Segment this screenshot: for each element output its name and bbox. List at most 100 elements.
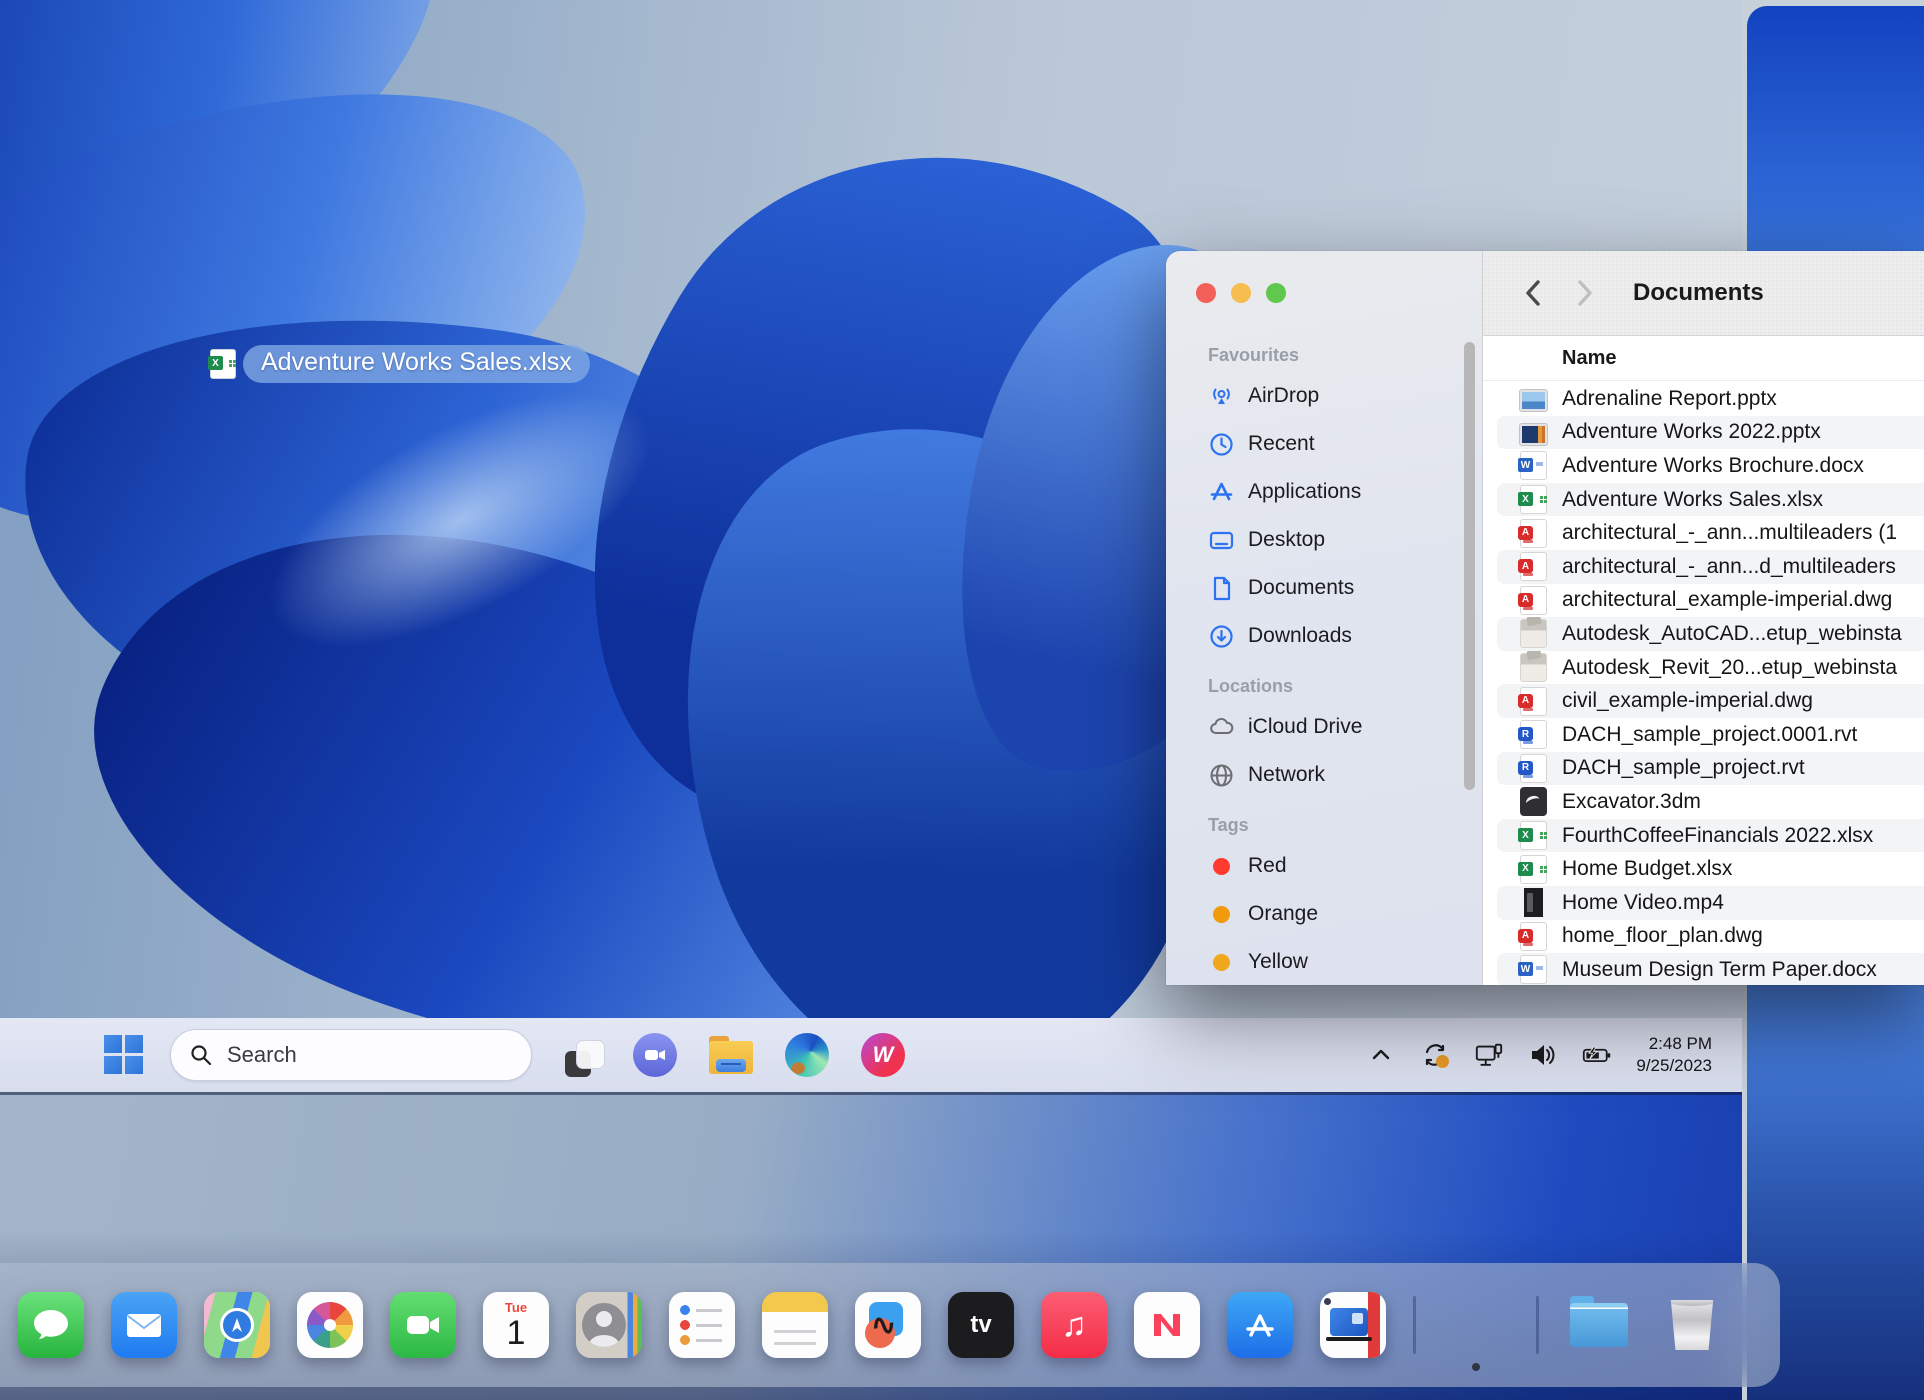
file-row[interactable]: Excavator.3dm — [1483, 785, 1924, 819]
sync-onedrive-icon[interactable] — [1420, 1040, 1450, 1070]
file-row[interactable]: Home Budget.xlsx — [1483, 852, 1924, 886]
globe-icon — [1208, 762, 1235, 789]
file-type-icon — [1520, 888, 1547, 917]
dock-calendar[interactable]: Tue 1 — [483, 1292, 549, 1358]
trash-bin-icon — [1669, 1300, 1715, 1350]
dock-trash[interactable] — [1659, 1292, 1725, 1358]
desktop-file-label: Adventure Works Sales.xlsx — [243, 345, 590, 383]
file-row[interactable]: architectural_example-imperial.dwg — [1483, 584, 1924, 618]
music-note-icon: ♫ — [1061, 1306, 1087, 1345]
forward-button[interactable] — [1575, 277, 1595, 309]
applications-icon — [1208, 479, 1235, 506]
file-row[interactable]: Autodesk_Revit_20...etup_webinsta — [1483, 651, 1924, 685]
file-type-icon — [1520, 424, 1547, 445]
file-row[interactable]: Adventure Works Sales.xlsx — [1497, 483, 1924, 517]
sidebar-item-airdrop[interactable]: AirDrop — [1208, 372, 1472, 420]
speaker-icon[interactable] — [1528, 1040, 1558, 1070]
file-row[interactable]: Adventure Works 2022.pptx — [1497, 416, 1924, 450]
clock-icon — [1208, 431, 1235, 458]
dock-downloads[interactable] — [1566, 1292, 1632, 1358]
taskbar-search[interactable] — [170, 1029, 532, 1081]
dock-notes[interactable] — [762, 1292, 828, 1358]
windows-taskbar: W 2:48 PM 9/25/2023 — [0, 1018, 1742, 1092]
file-row[interactable]: FourthCoffeeFinancials 2022.xlsx — [1497, 819, 1924, 853]
macos-dock: Tue 1 ∿ tv ♫ — [0, 1263, 1780, 1387]
news-n-icon — [1145, 1303, 1189, 1347]
sidebar-item-applications[interactable]: Applications — [1208, 468, 1472, 516]
dock-news[interactable] — [1134, 1292, 1200, 1358]
file-row[interactable]: home_floor_plan.dwg — [1483, 920, 1924, 954]
window-title: Documents — [1633, 279, 1764, 307]
hidden-icons-chevron-icon[interactable] — [1366, 1040, 1396, 1070]
dock-photos[interactable] — [297, 1292, 363, 1358]
file-list: Adrenaline Report.pptx Adventure Works 2… — [1483, 381, 1924, 985]
dock-separator — [1413, 1296, 1416, 1354]
battery-icon[interactable] — [1582, 1040, 1612, 1070]
download-circle-icon — [1208, 623, 1235, 650]
sidebar-item-icloud-drive[interactable]: iCloud Drive — [1208, 703, 1472, 751]
dock-parallels-desktop[interactable] — [1320, 1292, 1386, 1358]
task-view-icon[interactable] — [556, 1032, 602, 1078]
file-type-icon — [1520, 653, 1547, 682]
dock-music[interactable]: ♫ — [1041, 1292, 1107, 1358]
dock-mail[interactable] — [111, 1292, 177, 1358]
file-row[interactable]: DACH_sample_project.rvt — [1497, 752, 1924, 786]
file-row[interactable]: DACH_sample_project.0001.rvt — [1483, 718, 1924, 752]
close-button[interactable] — [1196, 283, 1216, 303]
sidebar-tag-yellow[interactable]: Yellow — [1208, 938, 1472, 985]
file-row[interactable]: Home Video.mp4 — [1497, 886, 1924, 920]
dock-messages[interactable] — [18, 1292, 84, 1358]
teams-chat-icon[interactable] — [632, 1032, 678, 1078]
facetime-camera-icon — [401, 1303, 445, 1347]
file-type-icon — [1520, 519, 1547, 548]
file-row[interactable]: Autodesk_AutoCAD...etup_webinsta — [1497, 617, 1924, 651]
sidebar-scrollbar[interactable] — [1464, 342, 1475, 790]
zoom-button[interactable] — [1266, 283, 1286, 303]
sidebar-item-desktop[interactable]: Desktop — [1208, 516, 1472, 564]
file-row[interactable]: Museum Design Term Paper.docx — [1497, 953, 1924, 985]
sidebar-item-downloads[interactable]: Downloads — [1208, 612, 1472, 660]
file-row[interactable]: architectural_-_ann...multileaders (1 — [1483, 516, 1924, 550]
dock-apple-tv[interactable]: tv — [948, 1292, 1014, 1358]
messages-bubble-icon — [30, 1304, 72, 1346]
file-row[interactable]: Adventure Works Brochure.docx — [1483, 449, 1924, 483]
search-input[interactable] — [227, 1042, 477, 1068]
back-button[interactable] — [1523, 277, 1543, 309]
sidebar-tag-red[interactable]: Red — [1208, 842, 1472, 890]
sidebar-item-recent[interactable]: Recent — [1208, 420, 1472, 468]
taskbar-clock[interactable]: 2:48 PM 9/25/2023 — [1636, 1033, 1712, 1077]
desktop-icon — [1208, 527, 1235, 554]
calendar-day: 1 — [507, 1315, 526, 1351]
file-type-icon — [1520, 485, 1547, 514]
file-row[interactable]: Adrenaline Report.pptx — [1483, 382, 1924, 416]
document-icon — [1208, 575, 1235, 602]
column-header-name[interactable]: Name — [1483, 336, 1924, 381]
app-store-a-icon — [1238, 1303, 1282, 1347]
desktop-file-adventure-works-sales[interactable]: Adventure Works Sales.xlsx — [210, 345, 590, 383]
minimize-button[interactable] — [1231, 283, 1251, 303]
file-row[interactable]: architectural_-_ann...d_multileaders — [1497, 550, 1924, 584]
dock-freeform[interactable]: ∿ — [855, 1292, 921, 1358]
dock-app-store[interactable] — [1227, 1292, 1293, 1358]
dock-maps[interactable] — [204, 1292, 270, 1358]
freeform-scribble-icon: ∿ — [869, 1306, 899, 1344]
dock-facetime[interactable] — [390, 1292, 456, 1358]
sidebar-item-documents[interactable]: Documents — [1208, 564, 1472, 612]
edge-icon[interactable] — [784, 1032, 830, 1078]
network-display-icon[interactable] — [1474, 1040, 1504, 1070]
apple-tv-label: tv — [970, 1311, 991, 1339]
file-explorer-icon[interactable] — [708, 1032, 754, 1078]
dock-reminders[interactable] — [669, 1292, 735, 1358]
sidebar-section-locations: Locations — [1208, 676, 1472, 697]
file-type-icon — [1520, 821, 1547, 850]
dock-separator — [1536, 1296, 1539, 1354]
taskbar-apps: W — [556, 1032, 906, 1078]
sidebar-tag-orange[interactable]: Orange — [1208, 890, 1472, 938]
start-button[interactable] — [104, 1035, 144, 1075]
dock-windows-11[interactable] — [1443, 1292, 1509, 1358]
wps-office-icon[interactable]: W — [860, 1032, 906, 1078]
system-tray: 2:48 PM 9/25/2023 — [1366, 1033, 1742, 1077]
dock-contacts[interactable] — [576, 1292, 642, 1358]
sidebar-item-network[interactable]: Network — [1208, 751, 1472, 799]
file-row[interactable]: civil_example-imperial.dwg — [1497, 684, 1924, 718]
